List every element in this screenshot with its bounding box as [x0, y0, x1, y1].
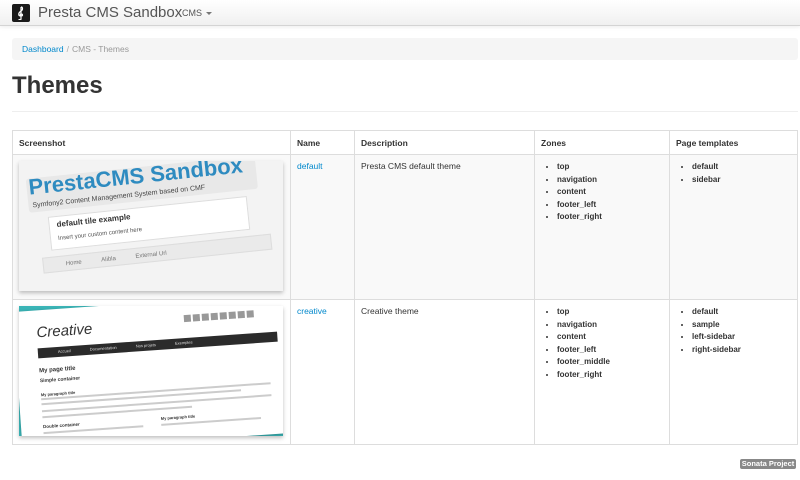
page-templates-cell: default sidebar — [669, 154, 798, 300]
creative-screenshot-title: Creative — [35, 320, 93, 342]
default-screenshot-nav-item: External Url — [135, 250, 167, 260]
description-cell: Presta CMS default theme — [354, 154, 535, 300]
creative-nav-item: Accueil — [57, 348, 71, 354]
table-row: PrestaCMS Sandbox Symfony2 Content Manag… — [12, 154, 798, 300]
page-templates-list: default sample left-sidebar right-sideba… — [676, 306, 791, 356]
caret-down-icon — [206, 12, 212, 16]
default-screenshot-page: PrestaCMS Sandbox Symfony2 Content Manag… — [19, 161, 283, 291]
list-item: default — [692, 306, 791, 319]
page-title: Themes — [12, 72, 103, 99]
cms-menu-dropdown[interactable]: CMS — [182, 7, 212, 19]
title-divider — [12, 111, 798, 112]
creative-screenshot-section: Double container — [42, 421, 80, 430]
cms-menu-label: CMS — [182, 8, 202, 18]
brand-name-link[interactable]: Presta CMS Sandbox — [38, 3, 182, 23]
page-templates-list: default sidebar — [676, 161, 791, 186]
list-item: left-sidebar — [692, 331, 791, 344]
page-templates-cell: default sample left-sidebar right-sideba… — [669, 299, 798, 445]
creative-screenshot-subheading: Simple container — [39, 375, 81, 385]
theme-name-link[interactable]: default — [297, 161, 323, 171]
treble-clef-logo-icon[interactable] — [12, 4, 30, 22]
creative-nav-item: Nos projets — [135, 342, 157, 349]
creative-theme-screenshot[interactable]: Creative Accueil Documentation Nos proje… — [19, 306, 283, 436]
zones-cell: top navigation content footer_left foote… — [534, 299, 670, 445]
social-icon — [210, 312, 219, 321]
default-theme-screenshot[interactable]: PrestaCMS Sandbox Symfony2 Content Manag… — [19, 161, 283, 291]
name-cell: default — [290, 154, 355, 300]
list-item: default — [692, 161, 791, 174]
social-icon — [183, 314, 192, 323]
table-row: Creative Accueil Documentation Nos proje… — [12, 299, 798, 445]
header-zones: Zones — [534, 130, 670, 155]
list-item: top — [557, 161, 663, 174]
screenshot-cell: Creative Accueil Documentation Nos proje… — [12, 299, 291, 445]
creative-screenshot-paragraph-title-2: My paragraph title — [160, 413, 196, 421]
social-icon — [237, 310, 245, 319]
header-page-templates: Page templates — [669, 130, 798, 155]
list-item: footer_left — [557, 344, 663, 357]
list-item: content — [557, 331, 663, 344]
list-item: right-sidebar — [692, 344, 791, 357]
zones-list: top navigation content footer_left foote… — [541, 306, 663, 382]
screenshot-cell: PrestaCMS Sandbox Symfony2 Content Manag… — [12, 154, 291, 300]
header-screenshot: Screenshot — [12, 130, 291, 155]
breadcrumb-current: CMS - Themes — [71, 44, 129, 54]
top-navbar: Presta CMS Sandbox CMS — [0, 0, 800, 26]
header-name: Name — [290, 130, 355, 155]
social-icon — [228, 311, 236, 319]
header-description: Description — [354, 130, 535, 155]
default-screenshot-nav-item: Alibla — [101, 255, 117, 264]
breadcrumb-separator: / — [66, 44, 69, 54]
sonata-project-badge[interactable]: Sonata Project — [740, 459, 796, 469]
themes-table: Screenshot Name Description Zones Page t… — [12, 130, 798, 445]
theme-name-link[interactable]: creative — [297, 306, 327, 316]
creative-nav-item: Documentation — [89, 344, 117, 352]
list-item: footer_left — [557, 199, 663, 212]
default-screenshot-nav-item: Home — [65, 259, 83, 268]
social-icon — [219, 312, 228, 320]
list-item: footer_right — [557, 369, 663, 382]
creative-screenshot-heading: My page title — [38, 365, 76, 375]
breadcrumb-dashboard-link[interactable]: Dashboard — [22, 44, 64, 54]
list-item: sample — [692, 319, 791, 332]
list-item: sidebar — [692, 174, 791, 187]
description-cell: Creative theme — [354, 299, 535, 445]
social-icon — [201, 313, 210, 321]
list-item: navigation — [557, 174, 663, 187]
creative-social-icons — [183, 309, 264, 323]
table-header-row: Screenshot Name Description Zones Page t… — [12, 130, 798, 155]
social-icon — [246, 310, 254, 318]
list-item: footer_middle — [557, 356, 663, 369]
list-item: content — [557, 186, 663, 199]
creative-nav-item: Exemples — [174, 339, 193, 346]
zones-list: top navigation content footer_left foote… — [541, 161, 663, 224]
zones-cell: top navigation content footer_left foote… — [534, 154, 670, 300]
list-item: top — [557, 306, 663, 319]
name-cell: creative — [290, 299, 355, 445]
list-item: navigation — [557, 319, 663, 332]
creative-screenshot-page: Creative Accueil Documentation Nos proje… — [19, 306, 283, 436]
social-icon — [192, 313, 201, 322]
breadcrumb: Dashboard / CMS - Themes — [12, 38, 798, 60]
list-item: footer_right — [557, 211, 663, 224]
